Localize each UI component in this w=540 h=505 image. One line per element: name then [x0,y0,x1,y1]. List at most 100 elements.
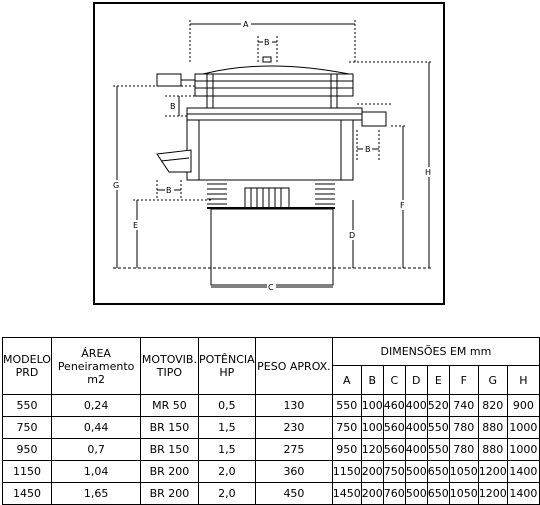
dim-label-d: D [349,231,355,240]
cell-peso: 275 [255,438,333,461]
cell-area: 1,65 [50,482,142,505]
cell-dim-g: 880 [477,416,508,439]
header-dim-b: B [360,365,384,395]
vibrating-screen-drawing: A B B B B C D E F G H [112,19,434,292]
header-dim-h: H [506,365,540,395]
cell-motovib: BR 150 [140,438,199,461]
cell-potencia: 2,0 [197,460,257,483]
cell-dim-a: 1450 [331,482,362,505]
cell-potencia: 1,5 [197,416,257,439]
header-modelo: MODELO PRD [2,337,52,395]
cell-dim-a: 950 [331,438,362,461]
cell-dim-d: 400 [404,416,428,439]
specifications-table: MODELO PRD ÁREA Peneiramento m2 MOTOVIB.… [2,337,540,505]
dim-label-b-left: B [170,102,176,111]
dim-label-a: A [243,20,249,29]
cell-dim-d: 400 [404,438,428,461]
header-dim-c: C [382,365,406,395]
cell-dim-a: 550 [331,394,362,417]
cell-dim-h: 1000 [506,438,540,461]
cell-dim-d: 500 [404,460,428,483]
cell-dim-d: 500 [404,482,428,505]
cell-dim-e: 650 [426,460,450,483]
right-outlet [361,111,387,127]
dim-label-f: F [400,201,405,210]
dim-label-e: E [133,221,138,230]
cell-area: 0,44 [50,416,142,439]
cell-dim-a: 1150 [331,460,362,483]
cell-dim-h: 900 [506,394,540,417]
dim-label-c: C [268,283,274,292]
cell-dim-h: 1400 [506,482,540,505]
spring-right [315,183,335,205]
cell-peso: 130 [255,394,333,417]
cell-dim-c: 560 [382,416,406,439]
cell-modelo: 1450 [2,482,52,505]
cell-dim-g: 1200 [477,482,508,505]
cell-dim-a: 750 [331,416,362,439]
cell-motovib: MR 50 [140,394,199,417]
cell-motovib: BR 150 [140,416,199,439]
cell-peso: 450 [255,482,333,505]
cell-dim-e: 520 [426,394,450,417]
cell-dim-b: 100 [360,394,384,417]
cell-motovib: BR 200 [140,482,199,505]
header-dim-e: E [426,365,450,395]
cell-area: 1,04 [50,460,142,483]
dim-label-b-top: B [264,38,270,47]
cell-dim-c: 560 [382,438,406,461]
spring-left [207,183,227,205]
dim-label-b-lower: B [166,186,172,195]
dim-label-b-right: B [365,145,371,154]
cell-dim-d: 400 [404,394,428,417]
header-dim-d: D [404,365,428,395]
cell-dim-f: 780 [448,438,479,461]
cell-peso: 360 [255,460,333,483]
cell-modelo: 550 [2,394,52,417]
header-area: ÁREA Peneiramento m2 [50,337,142,395]
cell-dim-b: 120 [360,438,384,461]
cell-peso: 230 [255,416,333,439]
cell-dim-b: 100 [360,416,384,439]
cell-potencia: 0,5 [197,394,257,417]
vibrator-motor [244,187,290,209]
header-peso: PESO APROX. [255,337,333,395]
cell-dim-e: 650 [426,482,450,505]
header-dimensoes: DIMENSÕES EM mm [331,337,540,366]
header-dim-g: G [477,365,508,395]
main-body [186,119,354,181]
cell-potencia: 2,0 [197,482,257,505]
cell-potencia: 1,5 [197,438,257,461]
cell-modelo: 1150 [2,460,52,483]
header-dim-f: F [448,365,479,395]
dim-label-g: G [113,181,119,190]
dim-label-h: H [425,168,431,177]
upper-deck [194,73,354,97]
cell-dim-f: 740 [448,394,479,417]
table-row: 950 0,7 BR 150 1,5 275 950 120 560 400 5… [2,438,540,461]
cell-dim-f: 1050 [448,482,479,505]
cell-dim-h: 1400 [506,460,540,483]
header-motovib: MOTOVIB. TIPO [140,337,199,395]
cell-modelo: 950 [2,438,52,461]
cell-dim-b: 200 [360,460,384,483]
cell-motovib: BR 200 [140,460,199,483]
cell-dim-e: 550 [426,438,450,461]
cell-dim-g: 1200 [477,460,508,483]
cell-dim-g: 880 [477,438,508,461]
cell-dim-b: 200 [360,482,384,505]
cell-dim-c: 750 [382,460,406,483]
cell-dim-c: 460 [382,394,406,417]
cell-area: 0,7 [50,438,142,461]
cell-dim-e: 550 [426,416,450,439]
cell-dim-c: 760 [382,482,406,505]
cell-dim-g: 820 [477,394,508,417]
base-pedestal [210,208,334,286]
table-row: 1150 1,04 BR 200 2,0 360 1150 200 750 50… [2,460,540,483]
table-row: 1450 1,65 BR 200 2,0 450 1450 200 760 50… [2,482,540,505]
table-row: 750 0,44 BR 150 1,5 230 750 100 560 400 … [2,416,540,439]
cell-area: 0,24 [50,394,142,417]
cell-dim-f: 780 [448,416,479,439]
lid-knob [262,56,272,63]
dome-lid [202,65,350,75]
